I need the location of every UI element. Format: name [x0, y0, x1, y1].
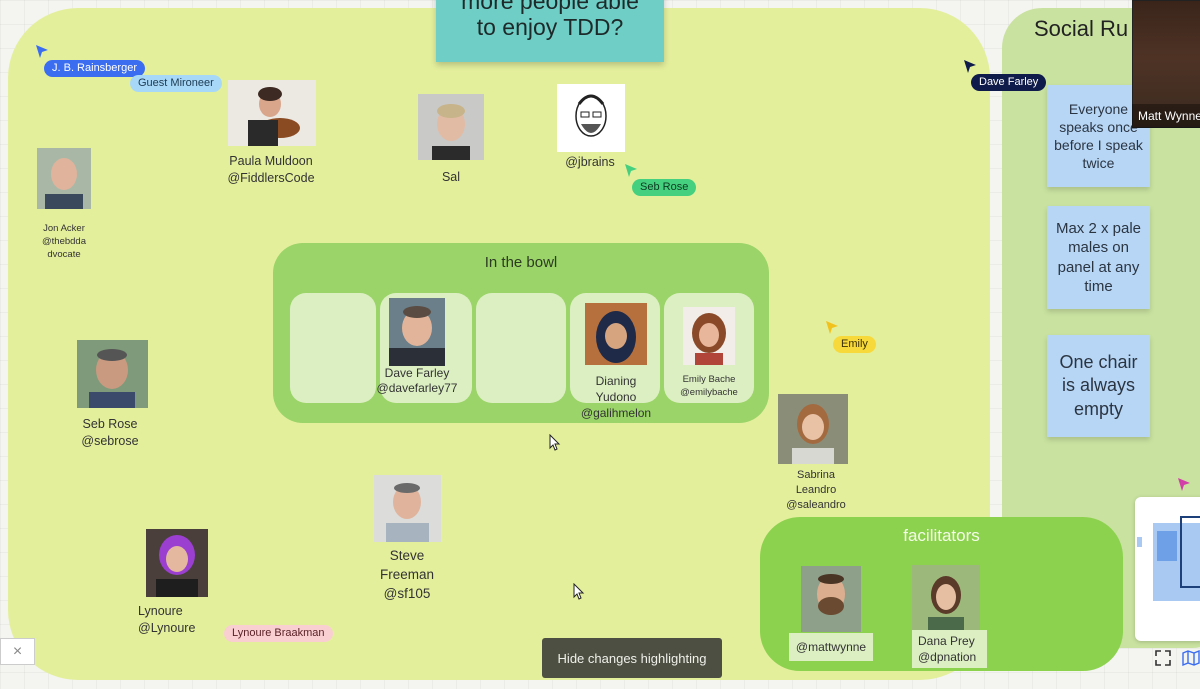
social-rules-title: Social Ru: [1034, 16, 1129, 41]
person-handle: @FiddlersCode: [227, 171, 315, 185]
person-name: Lynoure: [138, 604, 183, 618]
avatar-lynoure[interactable]: [146, 529, 208, 597]
cursor-label-lynoure-braakman: Lynoure Braakman: [224, 625, 333, 642]
member-handle: @davefarley77: [376, 381, 458, 395]
avatar-matt-wynne[interactable]: [801, 566, 861, 632]
avatar-emily-bache[interactable]: [683, 307, 735, 365]
person-line-1: Steve: [389, 548, 425, 563]
avatar-sabrina-leandro[interactable]: [778, 394, 848, 464]
bowl-member-emily: Emily Bache @emilybache: [666, 373, 752, 399]
bowl-member-dianing: Dianing Yudono @galihmelon: [570, 373, 662, 421]
member-name: Emily Bache: [682, 374, 736, 385]
person-line-1: Jon Acker: [43, 223, 85, 234]
person-line-3: @sf105: [383, 586, 431, 601]
sticky-line-2: to enjoy TDD?: [476, 14, 624, 40]
person-line-2: Leandro: [795, 484, 837, 496]
facilitator-dana: Dana Prey @dpnation: [912, 630, 987, 668]
facilitator-matt: @mattwynne: [789, 633, 873, 661]
member-name-2: Yudono: [595, 390, 637, 404]
cursor-label-jb-rainsberger: J. B. Rainsberger: [44, 60, 145, 77]
person-sal: Sal: [418, 170, 484, 184]
person-lynoure: Lynoure @Lynoure: [138, 603, 208, 637]
avatar-dave-farley[interactable]: [389, 298, 445, 366]
member-handle: @galihmelon: [580, 406, 652, 420]
video-participant-name: Matt Wynne: [1132, 104, 1200, 128]
person-line-2: Freeman: [379, 567, 435, 582]
person-name: Sal: [441, 170, 461, 184]
bowl-member-dave: Dave Farley @davefarley77: [376, 366, 458, 396]
person-steve-freeman: Steve Freeman @sf105: [366, 546, 448, 603]
member-handle: @emilybache: [680, 387, 738, 398]
person-name: Paula Muldoon: [229, 154, 313, 168]
person-seb-rose: Seb Rose @sebrose: [64, 416, 156, 450]
board-minimap[interactable]: [1135, 497, 1200, 641]
member-name-1: Dianing: [595, 374, 637, 388]
person-sabrina: Sabrina Leandro @saleandro: [772, 468, 860, 513]
cursor-arrow-icon: [1178, 478, 1190, 491]
sticky-line-1: more people able: [461, 0, 639, 14]
cursor-arrow-icon: [826, 321, 838, 334]
cursor-arrow-icon: [964, 60, 976, 73]
cursor-arrow-icon: [625, 164, 637, 177]
avatar-jbrains-sketch[interactable]: [557, 84, 625, 152]
bowl-chair-empty-2[interactable]: [476, 293, 566, 403]
cursor-label-dave-farley: Dave Farley: [971, 74, 1047, 91]
pointer-cursor-icon: [573, 583, 585, 600]
facilitator-handle: @mattwynne: [795, 640, 867, 654]
social-rule-note-3[interactable]: One chair is always empty: [1047, 335, 1150, 437]
close-icon[interactable]: ×: [0, 638, 35, 665]
avatar-dana-prey[interactable]: [912, 565, 980, 631]
fullscreen-icon[interactable]: [1150, 645, 1176, 671]
avatar-dianing-yudono[interactable]: [585, 303, 647, 365]
facilitator-name: Dana Prey: [918, 634, 975, 648]
cursor-label-emily: Emily: [833, 336, 876, 353]
person-handle: @Lynoure: [138, 621, 196, 635]
avatar-seb-rose[interactable]: [77, 340, 148, 408]
pointer-cursor-icon: [549, 434, 561, 451]
hide-changes-highlighting-button[interactable]: Hide changes highlighting: [542, 638, 722, 678]
person-paula: Paula Muldoon @FiddlersCode: [216, 153, 326, 187]
cursor-label-seb-rose: Seb Rose: [632, 179, 697, 196]
person-line-1: Sabrina: [797, 469, 835, 481]
person-name: Seb Rose: [82, 417, 138, 431]
person-line-2: @thebdda: [42, 236, 86, 247]
person-handle: @sebrose: [81, 434, 139, 448]
avatar-paula-muldoon[interactable]: [228, 80, 316, 146]
person-jbrains: @jbrains: [552, 155, 628, 169]
social-rule-note-2[interactable]: Max 2 x pale males on panel at any time: [1047, 206, 1150, 309]
person-handle: @jbrains: [565, 155, 615, 169]
cursor-label-guest-mironeer: Guest Mironeer: [130, 75, 222, 92]
avatar-jon-acker[interactable]: [37, 148, 91, 209]
bowl-chair-empty-1[interactable]: [290, 293, 376, 403]
member-name: Dave Farley: [384, 366, 450, 380]
map-icon[interactable]: [1178, 645, 1200, 671]
facilitator-handle: @dpnation: [918, 650, 977, 664]
facilitators-title: facilitators: [903, 526, 980, 545]
question-sticky-note[interactable]: more people able to enjoy TDD?: [436, 0, 664, 62]
avatar-sal[interactable]: [418, 94, 484, 160]
person-line-3: dvocate: [47, 249, 81, 260]
person-line-3: @saleandro: [786, 499, 846, 511]
cursor-arrow-icon: [36, 45, 48, 58]
person-jon-acker: Jon Acker @thebdda dvocate: [22, 222, 106, 261]
avatar-steve-freeman[interactable]: [374, 475, 441, 542]
bowl-title: In the bowl: [484, 254, 558, 271]
minimap-preview-icon: [1137, 516, 1200, 601]
